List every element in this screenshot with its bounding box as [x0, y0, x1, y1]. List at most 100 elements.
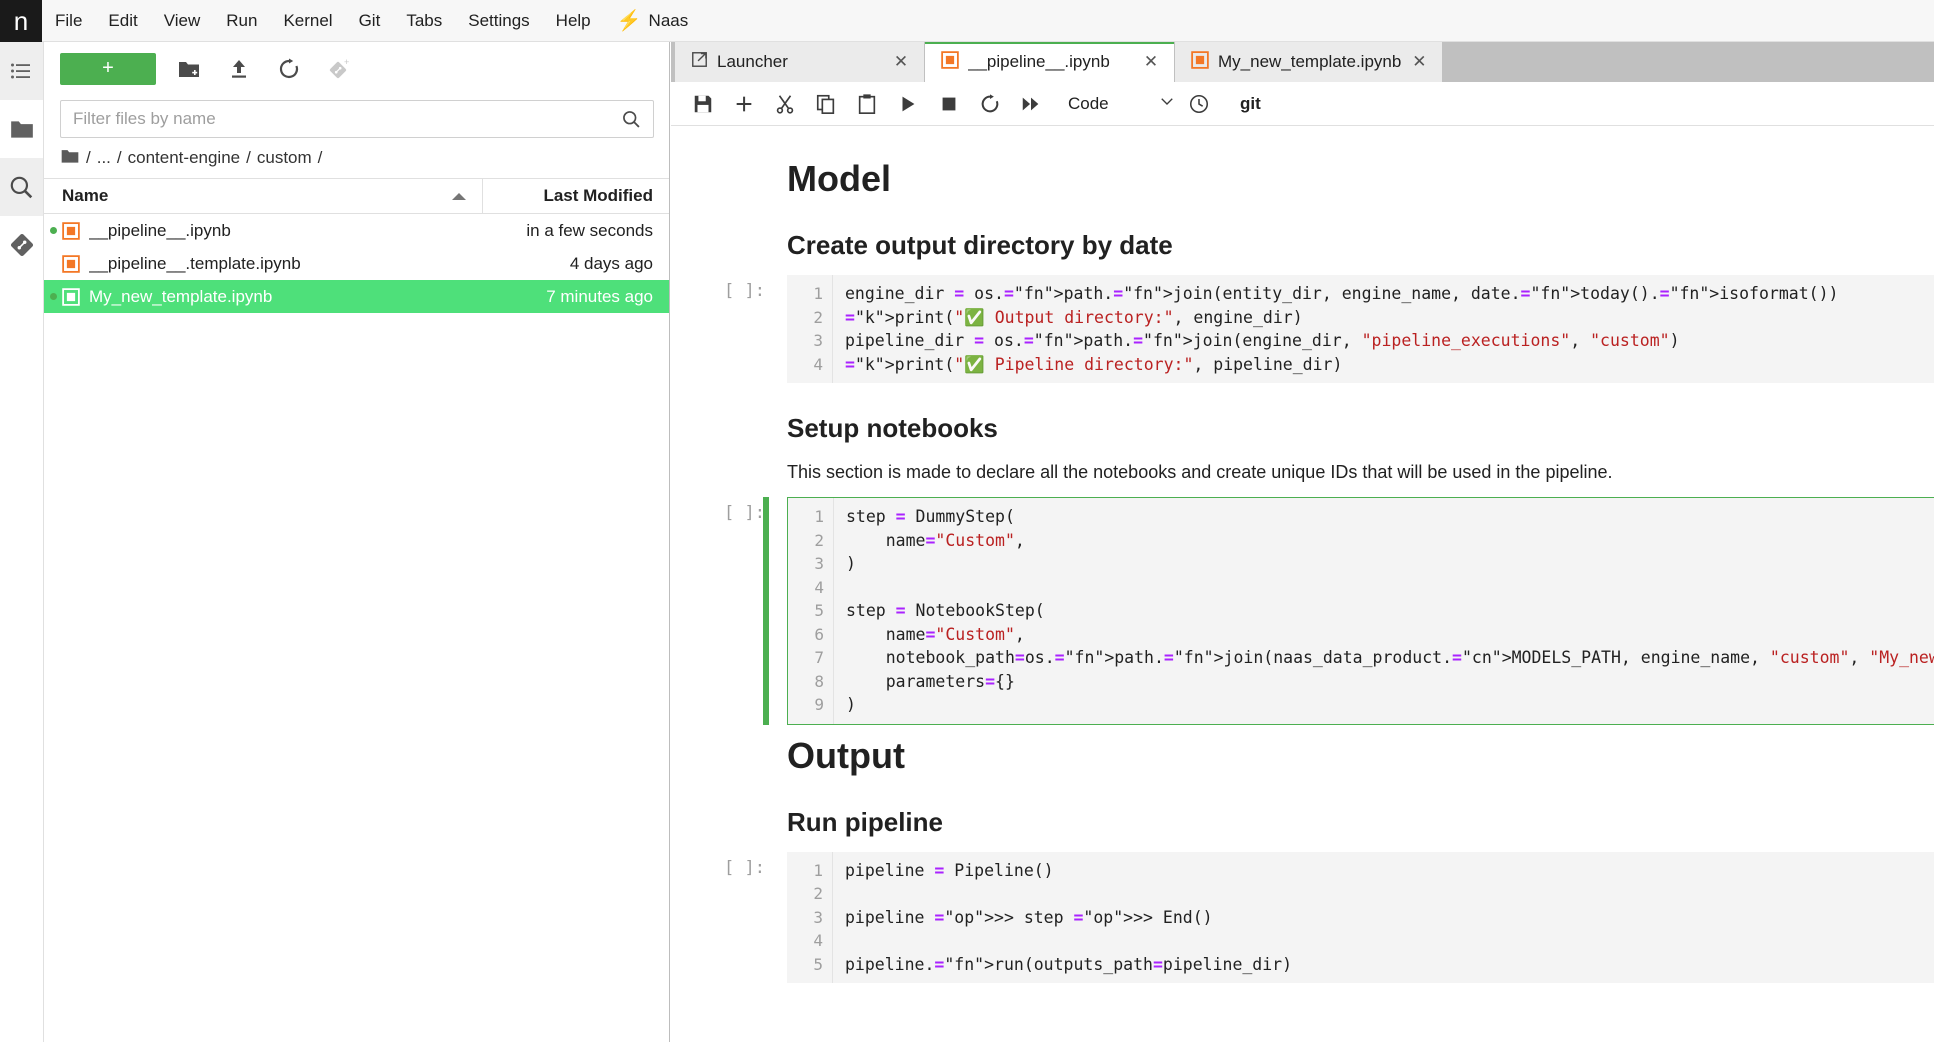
tab-1[interactable]: __pipeline__.ipynb ✕ — [925, 42, 1175, 82]
markdown-cell[interactable]: Output — [671, 735, 1934, 777]
menu-view[interactable]: View — [151, 0, 214, 42]
running-indicator-dot — [50, 293, 57, 300]
tab-2[interactable]: My_new_template.ipynb ✕ — [1175, 42, 1444, 82]
cell-type-select[interactable]: Code — [1068, 89, 1176, 119]
line-numbers: 1234 — [787, 275, 833, 383]
clock-icon[interactable] — [1181, 86, 1217, 122]
menu-help[interactable]: Help — [543, 0, 604, 42]
menu-kernel[interactable]: Kernel — [270, 0, 345, 42]
menu-tabs[interactable]: Tabs — [393, 0, 455, 42]
menu-settings[interactable]: Settings — [455, 0, 542, 42]
bolt-icon: ⚡ — [616, 9, 642, 32]
menu-bar: n File Edit View Run Kernel Git Tabs Set… — [0, 0, 1934, 42]
breadcrumb-sep-0: / — [86, 148, 91, 167]
search-icon — [8, 174, 34, 200]
cell-execution-prompt: [ ]: — [724, 857, 765, 878]
naas-logo: n — [0, 0, 42, 42]
new-launcher-button[interactable]: + — [60, 53, 156, 85]
cut-icon[interactable] — [767, 86, 803, 122]
close-icon[interactable]: ✕ — [892, 52, 910, 72]
code-source[interactable]: engine_dir = os.="fn">path.="fn">join(en… — [833, 275, 1934, 383]
markdown-cell[interactable]: Create output directory by date — [671, 230, 1934, 261]
code-source[interactable]: step = DummyStep( name="Custom",) step =… — [834, 498, 1934, 724]
code-cell[interactable]: [ ]: 1 2 3 4 5 6 7 8 9 step = DummyStep( name="Cus… — [671, 497, 1934, 725]
menu-naas[interactable]: ⚡ Naas — [604, 0, 702, 42]
refresh-icon[interactable] — [272, 52, 306, 86]
close-icon[interactable]: ✕ — [1142, 52, 1160, 72]
breadcrumb-content-engine[interactable]: content-engine — [128, 148, 240, 168]
save-icon[interactable] — [685, 86, 721, 122]
cell-execution-prompt: [ ]: — [724, 503, 765, 523]
stop-icon[interactable] — [931, 86, 967, 122]
tab-label: __pipeline__.ipynb — [968, 52, 1110, 71]
code-editor[interactable]: 1 2 3 4 5 6 7 8 9 step = DummyStep( name="Custom"… — [787, 497, 1934, 725]
cell-execution-prompt: [ ]: — [724, 281, 765, 301]
launcher-icon — [691, 51, 708, 73]
cell-type-value: Code — [1068, 93, 1109, 113]
code-cell[interactable]: [ ]: 1 2 3 4 engine_dir = os.="fn">path.="fn"… — [671, 275, 1934, 383]
file-list-item[interactable]: __pipeline__.template.ipynb 4 days ago — [44, 247, 669, 280]
active-cell-indicator — [763, 497, 769, 725]
new-folder-icon[interactable] — [172, 52, 206, 86]
sidebar-item-git[interactable] — [0, 216, 43, 274]
restart-and-run-all-icon[interactable] — [1013, 86, 1049, 122]
tab-label: My_new_template.ipynb — [1218, 52, 1402, 71]
markdown-cell[interactable]: Setup notebooks — [671, 413, 1934, 444]
file-list: __pipeline__.ipynb in a few seconds __pipe… — [44, 214, 669, 313]
breadcrumb-ellipsis[interactable]: ... — [97, 148, 111, 168]
sidebar-item-search[interactable] — [0, 158, 43, 216]
file-browser-panel: + + Filter files by name / ... / content… — [44, 42, 670, 1042]
sidebar-item-file-browser[interactable] — [0, 100, 43, 158]
main-area: Launcher ✕ __pipeline__.ipynb ✕ My_new_templ… — [671, 42, 1934, 1042]
file-list-item[interactable]: __pipeline__.ipynb in a few seconds — [44, 214, 669, 247]
svg-text:+: + — [344, 57, 349, 67]
upload-icon[interactable] — [222, 52, 256, 86]
file-list-item[interactable]: My_new_template.ipynb 7 minutes ago — [44, 280, 669, 313]
file-name: My_new_template.ipynb — [89, 286, 273, 306]
markdown-cell[interactable]: Model — [671, 158, 1934, 200]
menu-edit[interactable]: Edit — [95, 0, 150, 42]
markdown-heading: Model — [787, 158, 891, 199]
notebook-icon — [62, 221, 80, 240]
new-git-icon[interactable]: + — [322, 52, 356, 86]
filter-files-container — [44, 96, 669, 138]
run-icon[interactable] — [890, 86, 926, 122]
notebook-icon — [1191, 50, 1209, 74]
column-header-name[interactable]: Name — [44, 178, 483, 214]
breadcrumb-sep-2: / — [246, 148, 251, 167]
file-list-header: Name Last Modified — [44, 178, 669, 214]
code-source[interactable]: pipeline = Pipeline() pipeline ="op">>> … — [833, 852, 1934, 984]
breadcrumb: / ... / content-engine / custom / — [44, 138, 669, 178]
code-editor[interactable]: 1 2 3 4 engine_dir = os.="fn">path.="fn">joi… — [787, 275, 1934, 383]
menu-git[interactable]: Git — [346, 0, 394, 42]
notebook-icon — [941, 50, 959, 74]
tab-0[interactable]: Launcher ✕ — [675, 42, 925, 82]
git-toolbar-button[interactable]: git — [1240, 94, 1261, 114]
markdown-heading: Setup notebooks — [787, 413, 998, 443]
file-name: __pipeline__.ipynb — [89, 220, 231, 240]
markdown-cell[interactable]: Run pipeline — [671, 807, 1934, 838]
menu-run[interactable]: Run — [213, 0, 270, 42]
sidebar-item-running[interactable] — [0, 42, 43, 100]
breadcrumb-home-icon[interactable] — [60, 146, 80, 171]
file-last-modified: in a few seconds — [526, 220, 653, 240]
markdown-heading: Output — [787, 734, 905, 776]
column-header-last-modified[interactable]: Last Modified — [483, 186, 669, 206]
close-icon[interactable]: ✕ — [1410, 52, 1428, 72]
restart-kernel-icon[interactable] — [972, 86, 1008, 122]
column-header-name-label: Name — [62, 186, 109, 205]
markdown-cell[interactable]: This section is made to declare all the … — [671, 462, 1934, 483]
markdown-heading: Run pipeline — [787, 806, 943, 837]
code-editor[interactable]: 1 2 3 4 5 pipeline = Pipeline() pipeline ="op… — [787, 851, 1934, 984]
filter-files-input[interactable] — [60, 100, 654, 138]
code-cell[interactable]: [ ]: 1 2 3 4 5 pipeline = Pipeline() pipeline … — [671, 851, 1934, 984]
notebook-icon — [62, 254, 80, 273]
menu-file[interactable]: File — [42, 0, 95, 42]
list-icon — [9, 59, 33, 83]
folder-icon — [9, 116, 35, 142]
add-cell-icon[interactable] — [726, 86, 762, 122]
breadcrumb-custom[interactable]: custom — [257, 148, 312, 168]
line-numbers: 12345 — [787, 851, 833, 983]
paste-icon[interactable] — [849, 86, 885, 122]
copy-icon[interactable] — [808, 86, 844, 122]
